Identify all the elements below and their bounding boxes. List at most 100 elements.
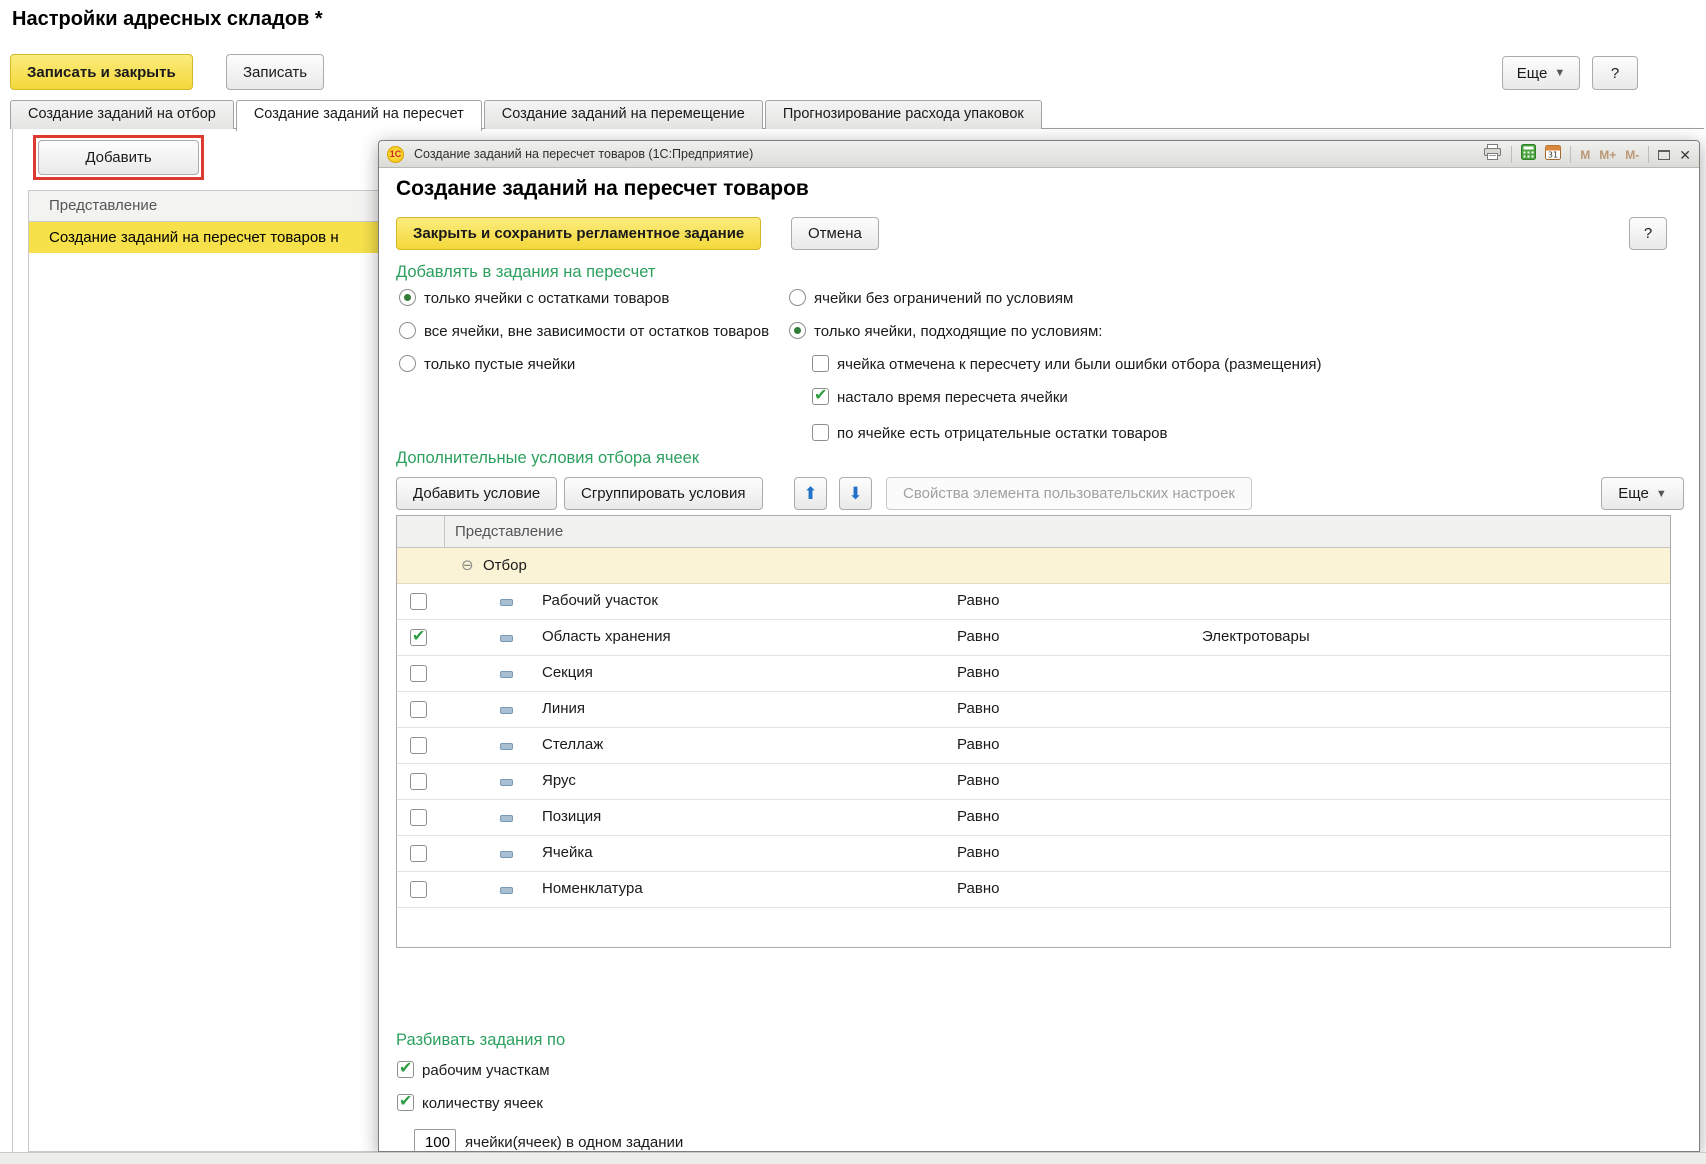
group-conditions-button[interactable]: Сгруппировать условия — [564, 477, 763, 510]
checkbox-marked-or-errors[interactable]: ячейка отмечена к пересчету или были оши… — [812, 355, 1321, 373]
table-row[interactable]: Область хранения Равно Электротовары — [397, 620, 1670, 656]
tab-create-recount-tasks[interactable]: Создание заданий на пересчет — [236, 100, 482, 131]
radio-cells-no-limits[interactable]: ячейки без ограничений по условиям — [789, 289, 1073, 307]
condition-item-icon — [500, 635, 513, 642]
dialog-titlebar-text: Создание заданий на пересчет товаров (1С… — [414, 147, 753, 161]
condition-comparison: Равно — [957, 844, 999, 861]
add-condition-button[interactable]: Добавить условие — [396, 477, 557, 510]
radio-icon[interactable] — [789, 322, 806, 339]
radio-icon[interactable] — [399, 289, 416, 306]
save-button[interactable]: Записать — [226, 54, 324, 90]
radio-icon[interactable] — [399, 322, 416, 339]
checkbox-label: по ячейке есть отрицательные остатки тов… — [837, 425, 1168, 442]
table-row[interactable]: Номенклатура Равно — [397, 872, 1670, 908]
checkbox-icon[interactable] — [812, 424, 829, 441]
memory-minus-button[interactable]: M- — [1625, 148, 1639, 162]
table-row[interactable]: Секция Равно — [397, 656, 1670, 692]
condition-comparison: Равно — [957, 700, 999, 717]
row-checkbox[interactable] — [410, 701, 427, 718]
section-title-add: Добавлять в задания на пересчет — [396, 263, 655, 282]
column-separator — [444, 516, 445, 547]
titlebar-separator — [1511, 146, 1512, 163]
cancel-button[interactable]: Отмена — [791, 217, 879, 250]
table-row[interactable]: Линия Равно — [397, 692, 1670, 728]
checkbox-icon[interactable] — [397, 1094, 414, 1111]
condition-comparison: Равно — [957, 772, 999, 789]
checkbox-negative-stock[interactable]: по ячейке есть отрицательные остатки тов… — [812, 424, 1168, 442]
condition-comparison: Равно — [957, 592, 999, 609]
list-column-header[interactable]: Представление — [29, 191, 388, 222]
checkbox-split-by-cell-count[interactable]: количеству ячеек — [397, 1094, 543, 1112]
red-highlight-box — [33, 135, 204, 180]
condition-comparison: Равно — [957, 664, 999, 681]
collapse-minus-icon[interactable]: ⊖ — [461, 548, 474, 583]
maximize-icon[interactable] — [1658, 150, 1670, 160]
condition-field: Ярус — [542, 772, 576, 789]
table-header-row[interactable]: Представление — [397, 516, 1670, 548]
conditions-more-button[interactable]: Еще▼ — [1601, 477, 1684, 510]
radio-label: только ячейки, подходящие по условиям: — [814, 323, 1102, 340]
radio-empty-cells[interactable]: только пустые ячейки — [399, 355, 575, 373]
row-checkbox[interactable] — [410, 809, 427, 826]
more-button[interactable]: Еще▼ — [1502, 56, 1580, 90]
more-button-label: Еще — [1618, 485, 1649, 502]
memory-plus-button[interactable]: M+ — [1599, 148, 1616, 162]
row-checkbox[interactable] — [410, 773, 427, 790]
table-row[interactable]: Позиция Равно — [397, 800, 1670, 836]
close-icon[interactable]: ✕ — [1679, 148, 1691, 162]
save-and-close-button[interactable]: Записать и закрыть — [10, 54, 193, 90]
help-button[interactable]: ? — [1592, 56, 1638, 90]
row-checkbox[interactable] — [410, 845, 427, 862]
condition-field: Номенклатура — [542, 880, 643, 897]
move-down-button[interactable]: ⬇ — [839, 477, 872, 510]
dialog-heading: Создание заданий на пересчет товаров — [396, 177, 809, 201]
arrow-down-icon: ⬇ — [848, 484, 862, 504]
row-checkbox[interactable] — [410, 665, 427, 682]
checkbox-recount-time[interactable]: настало время пересчета ячейки — [812, 388, 1068, 406]
user-settings-properties-button[interactable]: Свойства элемента пользовательских настр… — [886, 477, 1252, 510]
table-group-row[interactable]: ⊖ Отбор — [397, 548, 1670, 584]
table-column-header: Представление — [455, 516, 563, 547]
condition-item-icon — [500, 599, 513, 606]
condition-item-icon — [500, 743, 513, 750]
calculator-icon[interactable] — [1521, 144, 1536, 165]
move-up-button[interactable]: ⬆ — [794, 477, 827, 510]
memory-button[interactable]: M — [1580, 148, 1590, 162]
print-icon[interactable] — [1483, 144, 1502, 165]
dialog-titlebar[interactable]: 1С Создание заданий на пересчет товаров … — [379, 141, 1699, 168]
table-row[interactable]: Ярус Равно — [397, 764, 1670, 800]
table-row[interactable]: Стеллаж Равно — [397, 728, 1670, 764]
close-and-save-schedule-button[interactable]: Закрыть и сохранить регламентное задание — [396, 217, 761, 250]
svg-text:31: 31 — [1548, 151, 1558, 160]
table-row[interactable]: Ячейка Равно — [397, 836, 1670, 872]
row-checkbox[interactable] — [410, 593, 427, 610]
group-row-label: Отбор — [483, 548, 527, 583]
checkbox-label: рабочим участкам — [422, 1062, 550, 1079]
calendar-icon[interactable]: 31 — [1545, 144, 1561, 165]
checkbox-icon[interactable] — [812, 355, 829, 372]
radio-cells-by-conditions[interactable]: только ячейки, подходящие по условиям: — [789, 322, 1102, 340]
checkbox-icon[interactable] — [397, 1061, 414, 1078]
checkbox-split-by-work-areas[interactable]: рабочим участкам — [397, 1061, 550, 1079]
radio-cells-with-stock[interactable]: только ячейки с остатками товаров — [399, 289, 669, 307]
row-checkbox[interactable] — [410, 881, 427, 898]
condition-item-icon — [500, 851, 513, 858]
1c-logo-icon: 1С — [387, 146, 404, 163]
radio-icon[interactable] — [789, 289, 806, 306]
row-checkbox[interactable] — [410, 737, 427, 754]
checkbox-icon[interactable] — [812, 388, 829, 405]
row-checkbox[interactable] — [410, 629, 427, 646]
dialog-help-button[interactable]: ? — [1629, 217, 1667, 250]
radio-icon[interactable] — [399, 355, 416, 372]
radio-all-cells[interactable]: все ячейки, вне зависимости от остатков … — [399, 322, 769, 340]
window-bottom-strip — [0, 1152, 1706, 1164]
cells-per-task-input[interactable] — [414, 1129, 456, 1152]
tab-packaging-forecast[interactable]: Прогнозирование расхода упаковок — [765, 100, 1042, 129]
radio-label: все ячейки, вне зависимости от остатков … — [424, 323, 769, 340]
list-item-selected[interactable]: Создание заданий на пересчет товаров н — [29, 222, 388, 253]
tab-create-movement-tasks[interactable]: Создание заданий на перемещение — [484, 100, 763, 129]
tab-bar: Создание заданий на отбор Создание задан… — [10, 100, 1042, 129]
tab-create-picking-tasks[interactable]: Создание заданий на отбор — [10, 100, 234, 129]
radio-label: только ячейки с остатками товаров — [424, 290, 669, 307]
table-row[interactable]: Рабочий участок Равно — [397, 584, 1670, 620]
